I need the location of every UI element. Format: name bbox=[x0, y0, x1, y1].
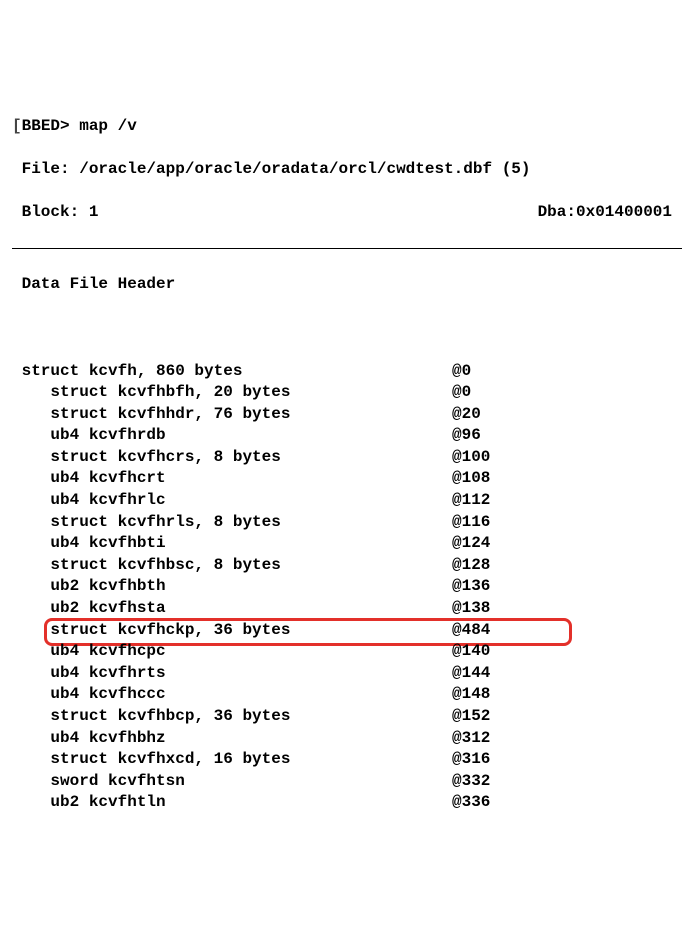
struct-offset: @128 bbox=[452, 555, 490, 577]
struct-row: struct kcvfhrls, 8 bytes @116 bbox=[12, 512, 682, 534]
prompt-label: BBED> bbox=[22, 117, 70, 135]
block-label: Block: 1 bbox=[12, 203, 98, 221]
struct-text: struct kcvfhrls, 8 bytes bbox=[12, 513, 281, 531]
struct-text: struct kcvfhckp, 36 bytes bbox=[12, 621, 290, 639]
struct-offset: @148 bbox=[452, 684, 490, 706]
file-line: File: /oracle/app/oracle/oradata/orcl/cw… bbox=[12, 159, 682, 181]
struct-text: struct kcvfhbfh, 20 bytes bbox=[12, 383, 290, 401]
struct-offset: @100 bbox=[452, 447, 490, 469]
command-text: map /v bbox=[70, 117, 137, 135]
struct-offset: @0 bbox=[452, 382, 471, 404]
struct-row: struct kcvfhbfh, 20 bytes @0 bbox=[12, 382, 682, 404]
struct-text: struct kcvfhhdr, 76 bytes bbox=[12, 405, 290, 423]
struct-offset: @336 bbox=[452, 792, 490, 814]
struct-offset: @152 bbox=[452, 706, 490, 728]
struct-text: struct kcvfhcrs, 8 bytes bbox=[12, 448, 281, 466]
struct-row: struct kcvfhhdr, 76 bytes @20 bbox=[12, 404, 682, 426]
struct-row: ub4 kcvfhrts @144 bbox=[12, 663, 682, 685]
prompt-line: [BBED> map /v bbox=[12, 116, 682, 138]
struct-text: struct kcvfhbsc, 8 bytes bbox=[12, 556, 281, 574]
file-label: File: bbox=[12, 160, 79, 178]
struct-text: ub2 kcvfhbth bbox=[12, 577, 166, 595]
struct-text: ub2 kcvfhtln bbox=[12, 793, 166, 811]
struct-row: ub4 kcvfhccc @148 bbox=[12, 684, 682, 706]
struct-offset: @484 bbox=[452, 620, 490, 642]
struct-text: ub4 kcvfhrts bbox=[12, 664, 166, 682]
struct-offset: @124 bbox=[452, 533, 490, 555]
struct-offset: @0 bbox=[452, 361, 471, 383]
dba-value: Dba:0x01400001 bbox=[538, 202, 672, 224]
struct-row: ub4 kcvfhbti @124 bbox=[12, 533, 682, 555]
struct-offset: @116 bbox=[452, 512, 490, 534]
struct-offset: @332 bbox=[452, 771, 490, 793]
struct-text: struct kcvfhbcp, 36 bytes bbox=[12, 707, 290, 725]
struct-row: ub4 kcvfhbhz @312 bbox=[12, 728, 682, 750]
struct-offset: @136 bbox=[452, 576, 490, 598]
struct-offset: @312 bbox=[452, 728, 490, 750]
struct-text: ub4 kcvfhrlc bbox=[12, 491, 166, 509]
blank-line bbox=[12, 317, 682, 339]
struct-row: ub4 kcvfhrlc @112 bbox=[12, 490, 682, 512]
struct-row: struct kcvfhbcp, 36 bytes @152 bbox=[12, 706, 682, 728]
struct-row: struct kcvfhxcd, 16 bytes @316 bbox=[12, 749, 682, 771]
struct-offset: @96 bbox=[452, 425, 481, 447]
struct-text: struct kcvfh, 860 bytes bbox=[12, 362, 242, 380]
struct-row: ub4 kcvfhcrt @108 bbox=[12, 468, 682, 490]
struct-row: struct kcvfhckp, 36 bytes @484 bbox=[12, 620, 682, 642]
struct-text: ub4 kcvfhcpc bbox=[12, 642, 166, 660]
struct-offset: @112 bbox=[452, 490, 490, 512]
struct-offset: @316 bbox=[452, 749, 490, 771]
struct-text: ub4 kcvfhrdb bbox=[12, 426, 166, 444]
terminal-output: [BBED> map /v File: /oracle/app/oracle/o… bbox=[12, 94, 682, 835]
struct-offset: @144 bbox=[452, 663, 490, 685]
struct-text: ub4 kcvfhbhz bbox=[12, 729, 166, 747]
struct-text: struct kcvfhxcd, 16 bytes bbox=[12, 750, 290, 768]
struct-offset: @140 bbox=[452, 641, 490, 663]
struct-row: ub2 kcvfhtln @336 bbox=[12, 792, 682, 814]
bracket-open: [ bbox=[12, 117, 22, 135]
struct-row: ub4 kcvfhcpc @140 bbox=[12, 641, 682, 663]
struct-text: ub4 kcvfhccc bbox=[12, 685, 166, 703]
struct-row: ub2 kcvfhsta @138 bbox=[12, 598, 682, 620]
struct-row: struct kcvfhbsc, 8 bytes @128 bbox=[12, 555, 682, 577]
struct-row: ub4 kcvfhrdb @96 bbox=[12, 425, 682, 447]
struct-row: struct kcvfhcrs, 8 bytes @100 bbox=[12, 447, 682, 469]
struct-offset: @108 bbox=[452, 468, 490, 490]
block-line: Block: 1 Dba:0x01400001 bbox=[12, 202, 682, 224]
struct-text: ub2 kcvfhsta bbox=[12, 599, 166, 617]
file-path: /oracle/app/oracle/oradata/orcl/cwdtest.… bbox=[79, 160, 530, 178]
struct-text: ub4 kcvfhcrt bbox=[12, 469, 166, 487]
struct-row: struct kcvfh, 860 bytes @0 bbox=[12, 361, 682, 383]
struct-row: ub2 kcvfhbth @136 bbox=[12, 576, 682, 598]
section-header: Data File Header bbox=[12, 274, 682, 296]
struct-text: sword kcvfhtsn bbox=[12, 772, 185, 790]
struct-row: sword kcvfhtsn @332 bbox=[12, 771, 682, 793]
struct-list: struct kcvfh, 860 bytes @0 struct kcvfhbf… bbox=[12, 361, 682, 814]
struct-offset: @138 bbox=[452, 598, 490, 620]
divider bbox=[12, 248, 682, 249]
struct-offset: @20 bbox=[452, 404, 481, 426]
struct-text: ub4 kcvfhbti bbox=[12, 534, 166, 552]
